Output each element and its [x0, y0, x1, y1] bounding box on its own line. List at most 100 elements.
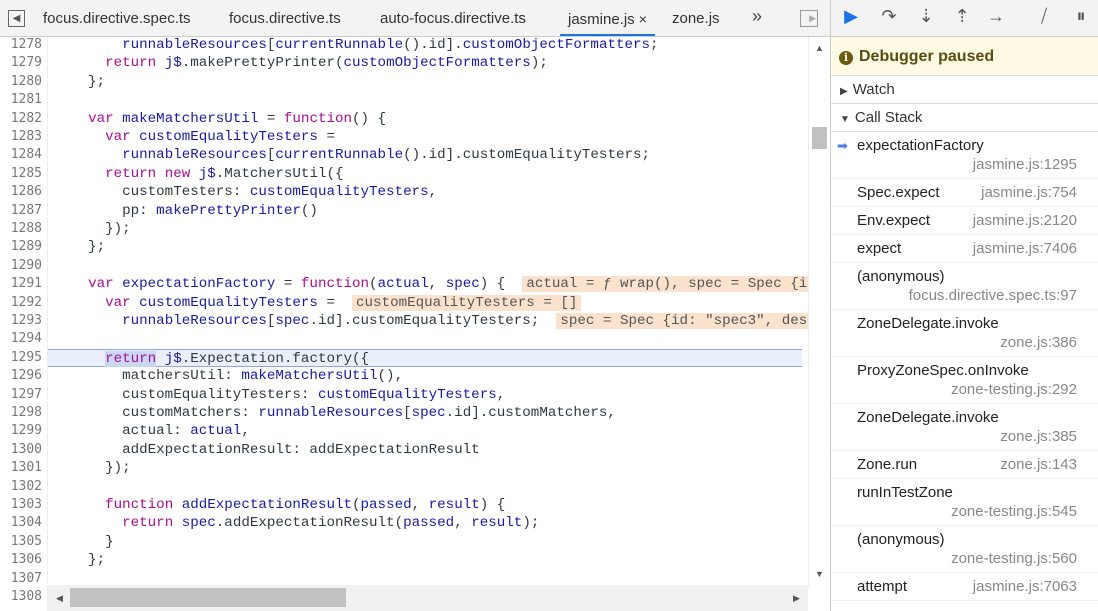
line-number[interactable]: 1288 [11, 220, 42, 238]
toggle-debugger-sidebar-button[interactable]: ▶ [800, 10, 818, 27]
call-frame[interactable]: expect jasmine.js:7406 [831, 235, 1098, 263]
tab-zone[interactable]: zone.js [672, 0, 720, 36]
line-number[interactable]: 1294 [11, 330, 42, 348]
code-token: = [258, 110, 284, 127]
debugger-toolbar: ▶ ↷ ⇣ ⇡ → ⧸ ⏸ [831, 0, 1098, 37]
resume-icon[interactable]: ▶ [839, 6, 863, 27]
deactivate-breakpoints-icon[interactable]: ⧸ [1032, 6, 1056, 27]
call-frame[interactable]: (anonymous) zone-testing.js:560 [831, 526, 1098, 573]
call-frame[interactable]: ZoneDelegate.invoke zone.js:386 [831, 310, 1098, 357]
close-tab-icon[interactable]: × [639, 11, 647, 27]
line-number[interactable]: 1292 [11, 294, 42, 312]
debugger-paused-banner: i Debugger paused [831, 37, 1098, 76]
code-line: function addExpectationResult(passed, re… [54, 496, 808, 514]
step-over-icon[interactable]: ↷ [877, 6, 901, 27]
line-number[interactable]: 1295 [11, 349, 42, 367]
line-number[interactable]: 1293 [11, 312, 42, 330]
call-frame[interactable]: Zone.run zone.js:143 [831, 451, 1098, 479]
scroll-up-icon[interactable]: ▲ [815, 43, 824, 53]
code-token: () [300, 202, 318, 219]
tab-jasmine[interactable]: jasmine.js × [560, 0, 655, 36]
call-frame[interactable]: ZoneDelegate.invoke zone.js:385 [831, 404, 1098, 451]
code-token: .MatchersUtil({ [215, 165, 344, 182]
line-number[interactable]: 1297 [11, 386, 42, 404]
scroll-left-icon[interactable]: ◀ [56, 593, 63, 604]
call-frame[interactable]: Spec.expect jasmine.js:754 [831, 179, 1098, 207]
call-frame[interactable]: (anonymous) focus.directive.spec.ts:97 [831, 263, 1098, 310]
call-frame[interactable]: ProxyZoneSpec.onInvoke zone-testing.js:29… [831, 357, 1098, 404]
frame-location[interactable]: zone-testing.js:292 [951, 376, 1077, 404]
scroll-right-icon[interactable]: ▶ [793, 593, 800, 604]
line-number[interactable]: 1302 [11, 478, 42, 496]
code-token: spec [275, 313, 310, 329]
code-editor[interactable]: 1278 1279 1280 1281 1282 1283 1284 1285 1286 1287… [0, 37, 830, 611]
line-number[interactable]: 1279 [11, 54, 42, 72]
line-number[interactable]: 1281 [11, 91, 42, 109]
more-tabs-button[interactable]: » [752, 6, 762, 27]
step-icon[interactable]: → [984, 6, 1008, 27]
vertical-scroll-thumb[interactable] [812, 127, 827, 149]
line-number-gutter[interactable]: 1278 1279 1280 1281 1282 1283 1284 1285 1286 1287… [0, 37, 48, 611]
line-number[interactable]: 1282 [11, 110, 42, 128]
call-frame[interactable]: Env.expect jasmine.js:2120 [831, 207, 1098, 235]
toggle-navigator-button[interactable]: ◀ [8, 10, 25, 27]
frame-location[interactable]: jasmine.js:7406 [973, 235, 1077, 263]
call-frame[interactable]: runInTestZone zone-testing.js:545 [831, 479, 1098, 526]
line-number[interactable]: 1301 [11, 459, 42, 477]
line-number[interactable]: 1287 [11, 202, 42, 220]
line-number[interactable]: 1286 [11, 183, 42, 201]
horizontal-scrollbar[interactable]: ◀ ▶ [48, 585, 808, 611]
line-number[interactable]: 1304 [11, 514, 42, 532]
frame-location[interactable]: jasmine.js:1295 [973, 151, 1077, 179]
line-number[interactable]: 1283 [11, 128, 42, 146]
code-token: ().id].customEqualityTesters; [403, 147, 651, 164]
call-frame[interactable]: ➡ expectationFactory jasmine.js:1295 [831, 132, 1098, 179]
line-number[interactable]: 1308 [11, 588, 42, 606]
step-into-icon[interactable]: ⇣ [914, 6, 938, 27]
frame-location[interactable]: jasmine.js:754 [981, 179, 1077, 207]
line-number[interactable]: 1299 [11, 422, 42, 440]
line-number[interactable]: 1290 [11, 257, 42, 275]
watch-section-header[interactable]: ▶ Watch [831, 76, 1098, 104]
scroll-down-icon[interactable]: ▼ [815, 569, 824, 579]
line-number[interactable]: 1285 [11, 165, 42, 183]
vertical-scrollbar[interactable]: ▲ ▼ [808, 37, 830, 587]
code-token: ); [530, 55, 548, 72]
frame-location[interactable]: zone-testing.js:545 [951, 498, 1077, 526]
line-number[interactable]: 1280 [11, 73, 42, 91]
code-token: return [105, 165, 157, 182]
line-number[interactable]: 1305 [11, 533, 42, 551]
horizontal-scroll-thumb[interactable] [70, 588, 346, 607]
code-token: = [275, 276, 301, 293]
frame-location[interactable]: jasmine.js:7063 [973, 573, 1077, 601]
line-number[interactable]: 1278 [11, 37, 42, 54]
frame-location[interactable]: focus.directive.spec.ts:97 [909, 282, 1077, 310]
line-number[interactable]: 1306 [11, 551, 42, 569]
code-token: , [411, 497, 429, 513]
frame-location[interactable]: zone.js:385 [1000, 423, 1077, 451]
line-number[interactable]: 1284 [11, 146, 42, 164]
frame-location[interactable]: zone-testing.js:560 [951, 545, 1077, 573]
tab-focus-directive[interactable]: focus.directive.ts [229, 0, 341, 36]
line-number[interactable]: 1300 [11, 441, 42, 459]
code-token: .id].customMatchers, [445, 405, 616, 421]
frame-location[interactable]: jasmine.js:2120 [973, 207, 1077, 235]
call-stack-section-header[interactable]: ▼ Call Stack [831, 104, 1098, 132]
pause-on-exceptions-icon[interactable]: ⏸ [1069, 6, 1093, 27]
line-number[interactable]: 1291 [11, 275, 42, 293]
tab-auto-focus-directive[interactable]: auto-focus.directive.ts [380, 0, 526, 36]
frame-name: attempt [857, 578, 908, 595]
line-number[interactable]: 1307 [11, 570, 42, 588]
line-number[interactable]: 1303 [11, 496, 42, 514]
step-out-icon[interactable]: ⇡ [950, 6, 974, 27]
line-number[interactable]: 1296 [11, 367, 42, 385]
frame-location[interactable]: zone.js:386 [1000, 329, 1077, 357]
tab-focus-directive-spec[interactable]: focus.directive.spec.ts [43, 0, 191, 36]
line-number[interactable]: 1289 [11, 238, 42, 256]
frame-location[interactable]: zone.js:143 [1000, 451, 1077, 479]
line-number[interactable]: 1298 [11, 404, 42, 422]
call-frame[interactable]: attempt jasmine.js:7063 [831, 573, 1098, 601]
